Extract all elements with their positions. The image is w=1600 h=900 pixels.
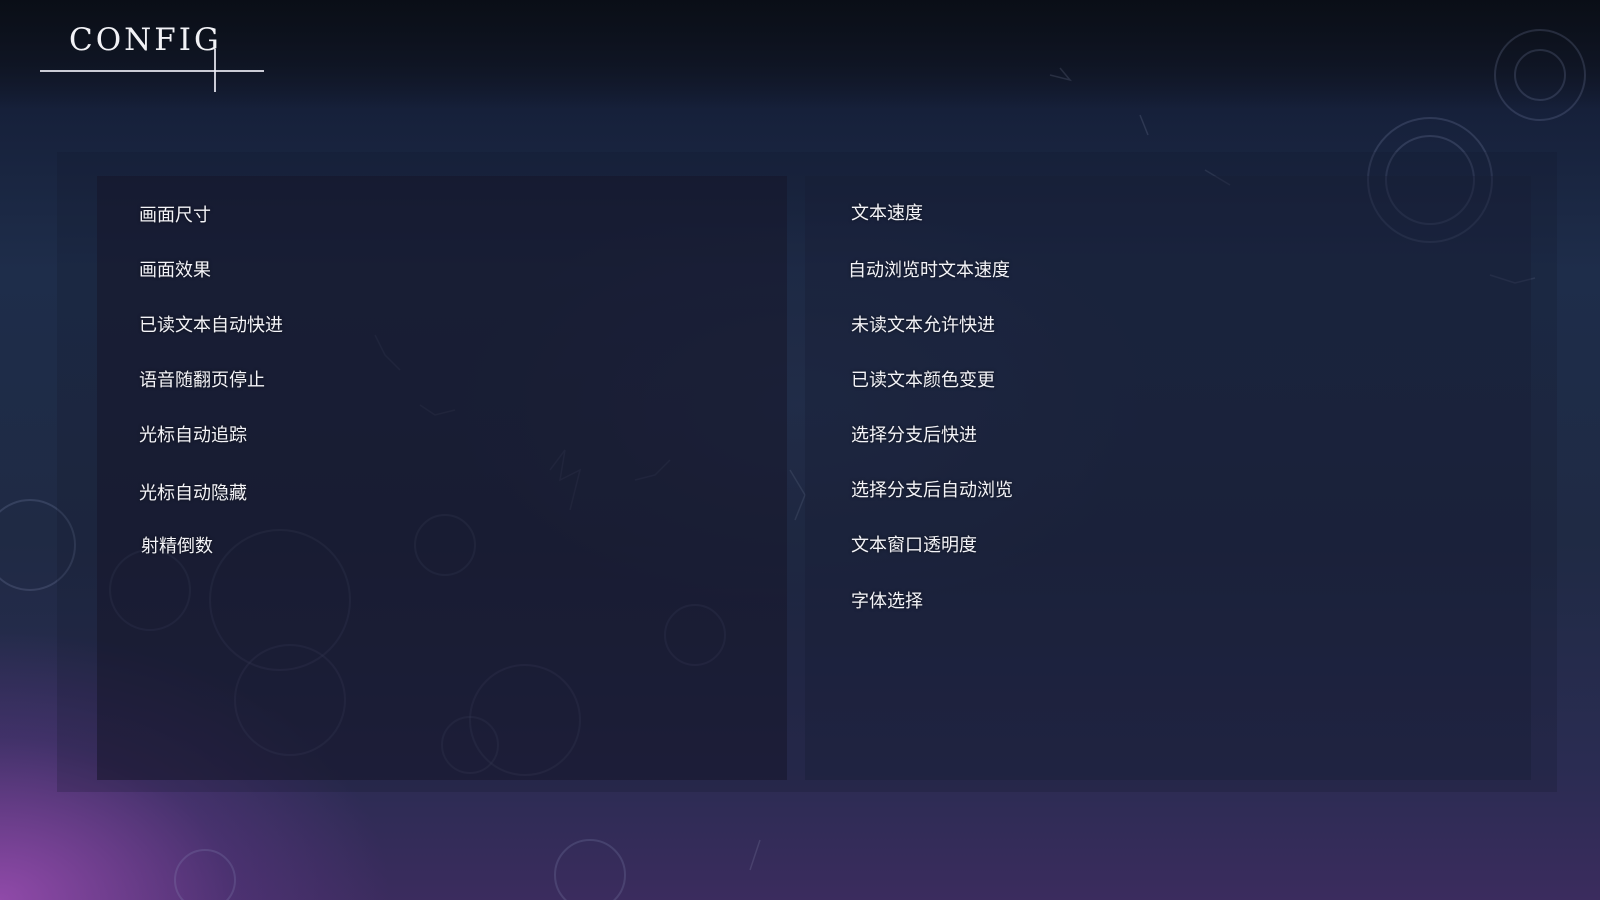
option-read-text-auto-skip[interactable]: 已读文本自动快进	[139, 311, 283, 337]
title-crossline	[214, 49, 216, 92]
title-underline	[40, 70, 264, 72]
config-screen: CONFIG 画面尺寸 画面效果 已读文本自动快进 语音随翻页停止 光标自动追踪…	[0, 0, 1600, 900]
option-voice-stop-on-page[interactable]: 语音随翻页停止	[139, 366, 265, 392]
option-unread-skip[interactable]: 未读文本允许快进	[851, 311, 995, 337]
option-screen-size[interactable]: 画面尺寸	[139, 201, 211, 227]
option-auto-after-choice[interactable]: 选择分支后自动浏览	[851, 476, 1013, 502]
option-screen-effect[interactable]: 画面效果	[139, 256, 211, 282]
option-window-opacity[interactable]: 文本窗口透明度	[851, 531, 977, 557]
option-text-speed[interactable]: 文本速度	[851, 199, 923, 225]
option-read-text-color[interactable]: 已读文本颜色变更	[851, 366, 995, 392]
option-font-select[interactable]: 字体选择	[851, 587, 923, 613]
option-cursor-auto-hide[interactable]: 光标自动隐藏	[139, 479, 247, 505]
option-countdown[interactable]: 射精倒数	[141, 532, 213, 558]
option-cursor-auto-track[interactable]: 光标自动追踪	[139, 421, 247, 447]
option-skip-after-choice[interactable]: 选择分支后快进	[851, 421, 977, 447]
page-title: CONFIG	[69, 22, 222, 58]
option-auto-text-speed[interactable]: 自动浏览时文本速度	[848, 256, 1010, 282]
